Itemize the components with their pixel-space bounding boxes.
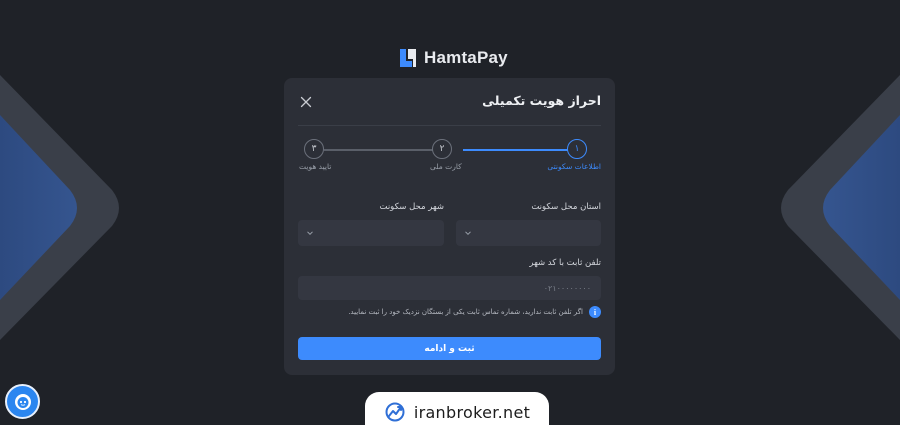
dialog-title: احراز هویت تکمیلی (482, 93, 601, 108)
iranbroker-logo-icon (385, 402, 405, 422)
watermark-badge: iranbroker.net (365, 392, 549, 425)
chevron-down-icon (465, 231, 471, 236)
city-select[interactable] (298, 220, 444, 246)
watermark-text: iranbroker.net (413, 402, 531, 422)
dialog-header: احراز هویت تکمیلی (298, 78, 601, 126)
step-connector-active (463, 149, 572, 151)
support-chat-button[interactable] (5, 384, 40, 419)
chat-bot-icon (14, 393, 31, 410)
phone-label: تلفن ثابت با کد شهر (529, 258, 601, 268)
chevron-down-icon (307, 231, 313, 236)
step-1-circle: ۱ (567, 139, 587, 159)
step-3-label: تایید هویت (299, 162, 332, 171)
city-label: شهر محل سکونت (379, 202, 444, 212)
province-select[interactable] (456, 220, 601, 246)
step-3-circle: ۳ (304, 139, 324, 159)
landline-phone-input[interactable] (298, 276, 601, 300)
close-icon[interactable] (300, 96, 312, 108)
progress-stepper: ۱ اطلاعات سکونتی ۲ کارت ملی ۳ تایید هویت (298, 138, 601, 178)
step-2-label: کارت ملی (430, 162, 462, 171)
identity-verification-dialog: احراز هویت تکمیلی ۱ اطلاعات سکونتی ۲ کار… (284, 78, 615, 375)
info-note: i اگر تلفن ثابت ندارید، شماره تماس ثابت … (348, 306, 601, 318)
step-2-circle: ۲ (432, 139, 452, 159)
step-connector-pending (324, 149, 433, 151)
hamtapay-logo-icon (400, 49, 416, 67)
brand-logo[interactable]: HamtaPay (398, 46, 508, 70)
info-icon: i (589, 306, 601, 318)
submit-continue-button[interactable]: ثبت و ادامه (298, 337, 601, 360)
brand-name: HamtaPay (424, 48, 508, 67)
province-label: استان محل سکونت (531, 202, 601, 212)
info-text: اگر تلفن ثابت ندارید، شماره تماس ثابت یک… (348, 308, 583, 316)
step-1-label: اطلاعات سکونتی (547, 162, 601, 171)
